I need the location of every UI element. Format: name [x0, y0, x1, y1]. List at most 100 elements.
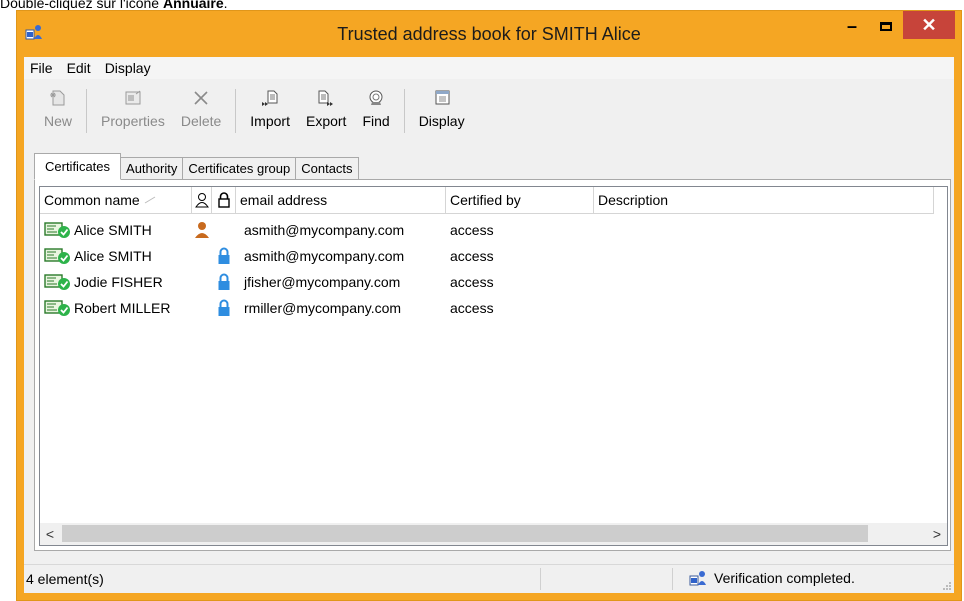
row-certified-by: access — [450, 274, 494, 290]
table-row[interactable]: Alice SMITH asmith@mycompany.com access — [40, 243, 934, 269]
toolbar: New Properties Delete Import Export Find… — [24, 81, 954, 141]
tab-certificates[interactable]: Certificates — [34, 153, 122, 180]
export-icon — [318, 90, 334, 106]
sort-indicator-icon — [144, 196, 155, 204]
menu-edit[interactable]: Edit — [67, 60, 91, 76]
owner-column-icon — [194, 193, 209, 208]
close-button[interactable]: ✕ — [903, 11, 955, 39]
status-bar: 4 element(s) Verification completed. — [24, 564, 954, 593]
import-label: Import — [250, 113, 290, 129]
delete-icon — [194, 91, 208, 105]
verification-status: Verification completed. — [688, 569, 855, 587]
row-email: jfisher@mycompany.com — [244, 274, 401, 290]
column-lock[interactable] — [212, 187, 236, 213]
row-common-name: Alice SMITH — [74, 248, 152, 264]
certificates-panel: Common name email address Certified by D… — [34, 179, 951, 551]
properties-button[interactable]: Properties — [93, 81, 173, 129]
lock-icon — [218, 273, 230, 290]
status-separator — [540, 568, 541, 590]
tab-contacts[interactable]: Contacts — [295, 157, 359, 179]
row-email: rmiller@mycompany.com — [244, 300, 402, 316]
new-label: New — [44, 113, 73, 129]
horizontal-scrollbar[interactable]: < > — [40, 523, 947, 545]
row-description — [594, 217, 934, 243]
row-description — [594, 295, 934, 321]
lock-icon — [218, 299, 230, 316]
display-label: Display — [418, 113, 465, 129]
status-separator — [672, 568, 673, 590]
maximize-icon — [880, 21, 892, 31]
title-bar[interactable]: Trusted address book for SMITH Alice – ✕ — [17, 11, 961, 57]
instruction-caption: Double-cliquez sur l'icône Annuaire. — [0, 0, 228, 10]
toolbar-separator — [403, 89, 405, 133]
find-label: Find — [362, 113, 390, 129]
owner-icon — [195, 222, 209, 238]
toolbar-separator — [235, 89, 237, 133]
menu-file[interactable]: File — [30, 60, 53, 76]
address-book-status-icon — [689, 571, 706, 586]
scroll-left-button[interactable]: < — [40, 523, 60, 545]
tab-authority[interactable]: Authority — [120, 157, 184, 179]
row-email: asmith@mycompany.com — [244, 248, 405, 264]
certificate-icon — [44, 274, 70, 290]
table-row[interactable]: Robert MILLER rmiller@mycompany.com acce… — [40, 295, 934, 321]
find-button[interactable]: Find — [354, 81, 397, 129]
caption-suffix: . — [223, 0, 228, 10]
resize-grip-icon[interactable] — [942, 581, 952, 591]
toolbar-separator — [86, 89, 88, 133]
lock-column-icon — [217, 192, 230, 208]
column-common-name-label: Common name — [44, 192, 140, 208]
table-row[interactable]: Alice SMITH asmith@mycompany.com access — [40, 217, 934, 243]
delete-button[interactable]: Delete — [173, 81, 229, 129]
scroll-thumb[interactable] — [62, 525, 868, 542]
find-icon — [369, 90, 383, 105]
properties-label: Properties — [101, 113, 165, 129]
caption-text: Double-cliquez sur l'icône — [0, 0, 163, 10]
row-common-name: Jodie FISHER — [74, 274, 163, 290]
export-label: Export — [305, 113, 347, 129]
address-book-window: Trusted address book for SMITH Alice – ✕… — [16, 10, 962, 601]
column-description[interactable]: Description — [594, 187, 934, 213]
new-icon — [50, 90, 65, 106]
minimize-button[interactable]: – — [835, 11, 869, 41]
row-certified-by: access — [450, 300, 494, 316]
row-description — [594, 269, 934, 295]
row-certified-by: access — [450, 248, 494, 264]
row-description — [594, 243, 934, 269]
import-icon — [262, 90, 278, 106]
maximize-button[interactable] — [869, 11, 903, 41]
display-button[interactable]: Display — [411, 81, 473, 129]
row-certified-by: access — [450, 222, 494, 238]
menu-bar: File Edit Display — [24, 57, 954, 79]
new-button[interactable]: New — [36, 81, 80, 129]
export-button[interactable]: Export — [298, 81, 354, 129]
menu-display[interactable]: Display — [105, 60, 151, 76]
delete-label: Delete — [180, 113, 222, 129]
column-certified-by[interactable]: Certified by — [446, 187, 594, 213]
status-message: Verification completed. — [714, 570, 855, 586]
row-common-name: Alice SMITH — [74, 222, 152, 238]
element-count: 4 element(s) — [26, 571, 104, 587]
lock-icon — [218, 247, 230, 264]
window-client: File Edit Display New Properties Delete … — [24, 57, 954, 593]
scroll-right-button[interactable]: > — [927, 523, 947, 545]
list-rows: Alice SMITH asmith@mycompany.com access — [40, 217, 934, 321]
list-header: Common name email address Certified by D… — [40, 187, 934, 214]
certificate-icon — [44, 300, 70, 316]
certificates-list[interactable]: Common name email address Certified by D… — [39, 186, 948, 546]
column-owner[interactable] — [192, 187, 212, 213]
column-email[interactable]: email address — [236, 187, 446, 213]
window-title: Trusted address book for SMITH Alice — [337, 24, 641, 44]
certificate-icon — [44, 248, 70, 264]
row-common-name: Robert MILLER — [74, 300, 171, 316]
certificate-icon — [44, 222, 70, 238]
tab-certificates-group[interactable]: Certificates group — [182, 157, 297, 179]
properties-icon — [125, 90, 141, 105]
caption-bold: Annuaire — [162, 0, 224, 10]
table-row[interactable]: Jodie FISHER jfisher@mycompany.com acces… — [40, 269, 934, 295]
column-common-name[interactable]: Common name — [40, 187, 192, 213]
row-email: asmith@mycompany.com — [244, 222, 405, 238]
tab-strip: Certificates Authority Certificates grou… — [34, 153, 359, 180]
display-icon — [435, 90, 450, 105]
import-button[interactable]: Import — [242, 81, 298, 129]
